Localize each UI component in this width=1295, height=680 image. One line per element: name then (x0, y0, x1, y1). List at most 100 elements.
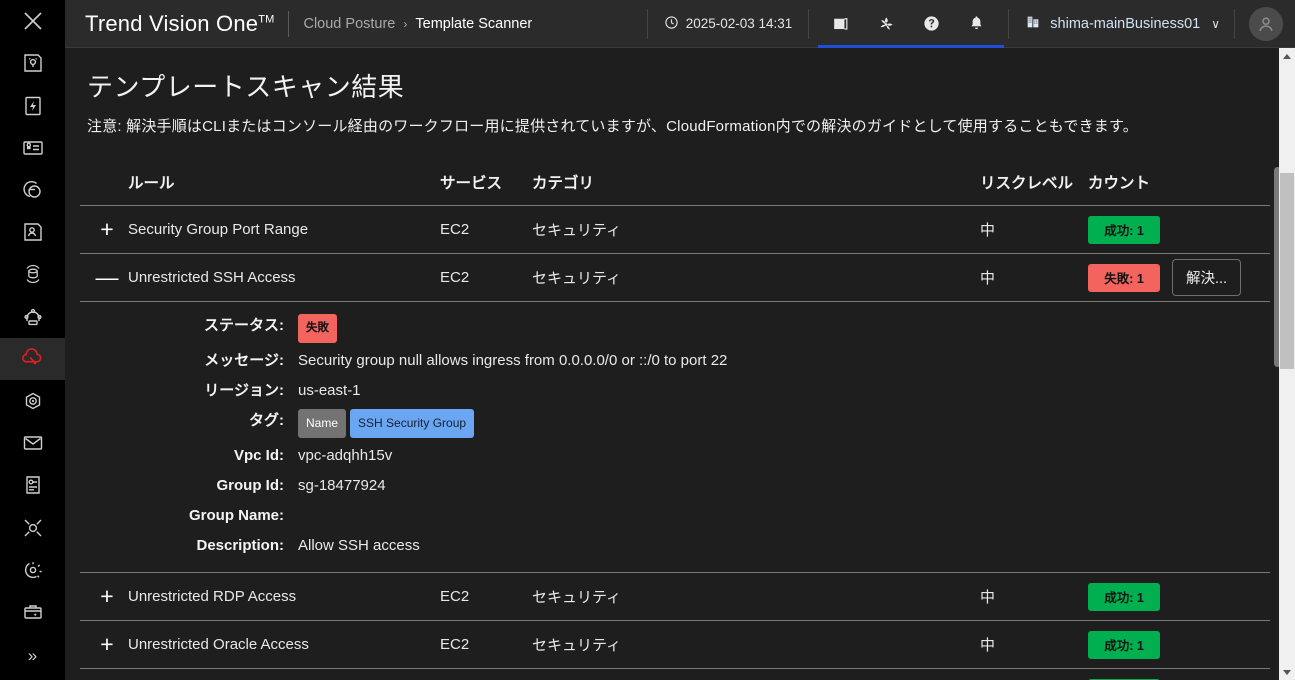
breadcrumb-cloud-posture[interactable]: Cloud Posture (303, 16, 395, 32)
clock-icon (664, 15, 679, 33)
top-bar: Trend Vision OneTM Cloud Posture › Templ… (65, 0, 1295, 48)
sidebar-expand-button[interactable]: » (0, 633, 65, 680)
breadcrumb-separator: › (403, 16, 408, 31)
column-header-count: カウント (1088, 161, 1270, 206)
detail-group-id-value: sg-18477924 (298, 477, 386, 494)
column-header-category: カテゴリ (532, 161, 980, 206)
rule-name[interactable]: Unrestricted SSH Access (128, 253, 440, 302)
account-selector[interactable]: shima-mainBusiness01 ∨ (1009, 14, 1234, 34)
news-icon[interactable] (831, 14, 850, 33)
browser-scrollbar[interactable] (1279, 48, 1295, 680)
column-header-risk: リスクレベル (980, 161, 1088, 206)
row-expand-toggle[interactable]: — (80, 253, 128, 302)
identity-icon (21, 220, 45, 244)
avatar[interactable] (1249, 6, 1283, 41)
rule-name[interactable]: Unrestricted RDP Access (128, 572, 440, 621)
topbar-icon-group (809, 0, 1008, 48)
detail-status-value: 失敗 (298, 314, 1270, 343)
page-title: テンプレートスキャン結果 (87, 72, 405, 102)
row-expand-toggle[interactable]: + (80, 572, 128, 621)
rule-detail-row: ステータス: 失敗 メッセージ: Security group null allows… (80, 301, 1270, 573)
service-name: EC2 (440, 668, 532, 680)
data-icon (21, 262, 45, 286)
count-cell: 成功: 1 (1088, 572, 1270, 621)
sidebar-item-search[interactable] (0, 169, 65, 211)
reports-icon (21, 473, 45, 497)
chevron-down-icon: ∨ (1211, 16, 1220, 31)
datetime-text: 2025-02-03 14:31 (685, 16, 793, 31)
fan-icon[interactable] (876, 14, 896, 34)
bell-icon[interactable] (967, 14, 986, 33)
table-row[interactable]: — Unrestricted SSH Access EC2 セキュリティ中失敗: 1 解… (80, 253, 1270, 302)
risk-level: 中 (980, 205, 1088, 254)
sidebar-item-endpoint[interactable] (0, 380, 65, 422)
row-expand-toggle[interactable]: + (80, 620, 128, 669)
sidebar-item-cloud-posture[interactable] (0, 337, 65, 380)
building-icon (1025, 14, 1041, 34)
detail-group-name-label: Group Name: (188, 507, 284, 524)
rule-detail-grid: ステータス: 失敗 メッセージ: Security group null allows… (80, 314, 1270, 558)
top-bar-right: 2025-02-03 14:31 shima-mainBusiness01 ∨ (646, 0, 1295, 48)
detail-description-label: Description: (196, 537, 284, 554)
sidebar-item-data[interactable] (0, 253, 65, 295)
app-root: » Trend Vision OneTM Cloud Posture › Tem… (0, 0, 1295, 680)
detail-region-value: us-east-1 (298, 382, 361, 399)
detail-status-badge: 失敗 (298, 314, 337, 343)
detail-vpc-value: vpc-adqhh15v (298, 447, 393, 464)
count-cell-inner: 成功: 1 (1088, 582, 1270, 611)
sidebar-item-threat-intel[interactable] (0, 506, 65, 548)
account-name: shima-mainBusiness01 (1050, 15, 1201, 32)
sidebar-item-email[interactable] (0, 422, 65, 464)
service-name: EC2 (440, 620, 532, 669)
detail-message-label: メッセージ: (204, 352, 284, 369)
sidebar-item-toolbox[interactable] (0, 591, 65, 633)
row-expand-toggle[interactable]: + (80, 668, 128, 680)
email-icon (21, 431, 45, 455)
sidebar-item-response[interactable] (0, 84, 65, 126)
count-cell: 成功: 1 (1088, 620, 1270, 669)
table-row[interactable]: + Unrestricted RDP Access EC2 セキュリティ中成功: 1 (80, 572, 1270, 621)
sidebar-item-network[interactable] (0, 295, 65, 337)
category-name: セキュリティ (532, 253, 980, 302)
sidebar-item-settings[interactable] (0, 549, 65, 591)
rule-name[interactable]: Unrestricted MySQL Access (128, 668, 440, 680)
table-body: + Security Group Port Range EC2 セキュリティ中成功: … (80, 205, 1270, 680)
service-name: EC2 (440, 572, 532, 621)
count-cell: 成功: 1 (1088, 668, 1270, 680)
table-row[interactable]: + Security Group Port Range EC2 セキュリティ中成功: … (80, 205, 1270, 254)
plus-icon[interactable]: + (95, 585, 119, 609)
page-note: 注意: 解決手順はCLIまたはコンソール経由のワークフロー用に提供されていますが… (87, 118, 1138, 135)
settings-icon (21, 558, 45, 582)
network-icon (21, 305, 45, 329)
sidebar-item-compliance[interactable] (0, 127, 65, 169)
row-expand-toggle[interactable]: + (80, 205, 128, 254)
help-icon[interactable] (922, 14, 941, 33)
detail-tag-value: Name SSH Security Group (298, 409, 1270, 438)
table-row[interactable]: +Unrestricted MySQL AccessEC2セキュリティ中成功: … (80, 668, 1270, 680)
sidebar-item-reports[interactable] (0, 464, 65, 506)
primary-nav-rail: » (0, 0, 65, 680)
threat-icon (21, 516, 45, 540)
table-row[interactable]: + Unrestricted Oracle Access EC2 セキュリティ中成功:… (80, 620, 1270, 669)
column-header-service: サービス (440, 161, 532, 206)
breadcrumb-template-scanner[interactable]: Template Scanner (415, 16, 532, 32)
sidebar-item-xdr[interactable] (0, 0, 65, 42)
detail-description-value: Allow SSH access (298, 537, 420, 554)
sidebar-item-dashboard[interactable] (0, 42, 65, 84)
content-area: テンプレートスキャン結果 注意: 解決手順はCLIまたはコンソール経由のワークフ… (65, 48, 1295, 680)
sidebar-item-identity[interactable] (0, 211, 65, 253)
scroll-down-arrow[interactable] (1279, 664, 1295, 680)
rule-name[interactable]: Unrestricted Oracle Access (128, 620, 440, 669)
compliance-icon (21, 136, 45, 160)
browser-scrollbar-thumb[interactable] (1280, 173, 1294, 369)
status-badge: 失敗: 1 (1088, 263, 1160, 292)
scroll-up-arrow[interactable] (1279, 48, 1295, 64)
resolve-button[interactable]: 解決... (1172, 259, 1242, 296)
status-badge: 成功: 1 (1088, 215, 1160, 244)
rule-name[interactable]: Security Group Port Range (128, 205, 440, 254)
plus-icon[interactable]: + (95, 633, 119, 657)
current-datetime: 2025-02-03 14:31 (648, 15, 809, 33)
plus-icon[interactable]: + (95, 218, 119, 242)
detail-vpc-label: Vpc Id: (233, 447, 284, 464)
minus-icon[interactable]: — (95, 266, 119, 290)
